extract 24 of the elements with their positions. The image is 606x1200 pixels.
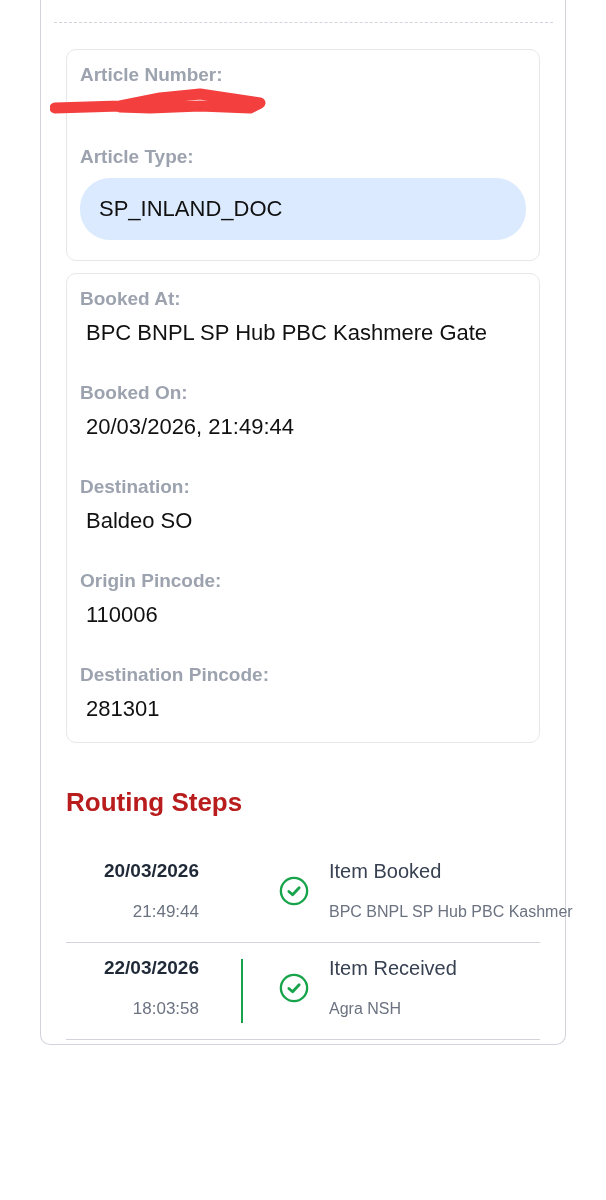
article-type-pill: SP_INLAND_DOC <box>80 178 526 240</box>
step-time: 18:03:58 <box>131 999 199 1019</box>
field-value: BPC BNPL SP Hub PBC Kashmere Gate <box>85 320 489 346</box>
check-circle-icon <box>279 972 309 1004</box>
step-event: Item Booked <box>329 860 443 883</box>
field-label: Booked At: <box>80 288 182 310</box>
field-label: Article Type: <box>80 146 195 168</box>
field-label: Booked On: <box>80 382 189 404</box>
field-label: Destination Pincode: <box>80 664 270 686</box>
field-value: 110006 <box>85 602 159 628</box>
step-time: 21:49:44 <box>131 902 199 922</box>
section-heading: Routing Steps <box>66 787 244 818</box>
step-event: Item Received <box>329 957 457 980</box>
field-label: Origin Pincode: <box>80 570 223 592</box>
step-location: BPC BNPL SP Hub PBC Kashmer <box>329 903 573 921</box>
step-location: Agra NSH <box>329 1000 403 1018</box>
field-value: 281301 <box>85 696 161 722</box>
check-circle-icon <box>279 875 309 907</box>
field-value: 20/03/2026, 21:49:44 <box>85 414 295 440</box>
field-label: Article Number: <box>80 64 224 86</box>
step-date: 22/03/2026 <box>102 957 199 979</box>
step-date: 20/03/2026 <box>102 860 199 882</box>
field-value: Baldeo SO <box>85 508 194 534</box>
field-label: Destination: <box>80 476 191 498</box>
